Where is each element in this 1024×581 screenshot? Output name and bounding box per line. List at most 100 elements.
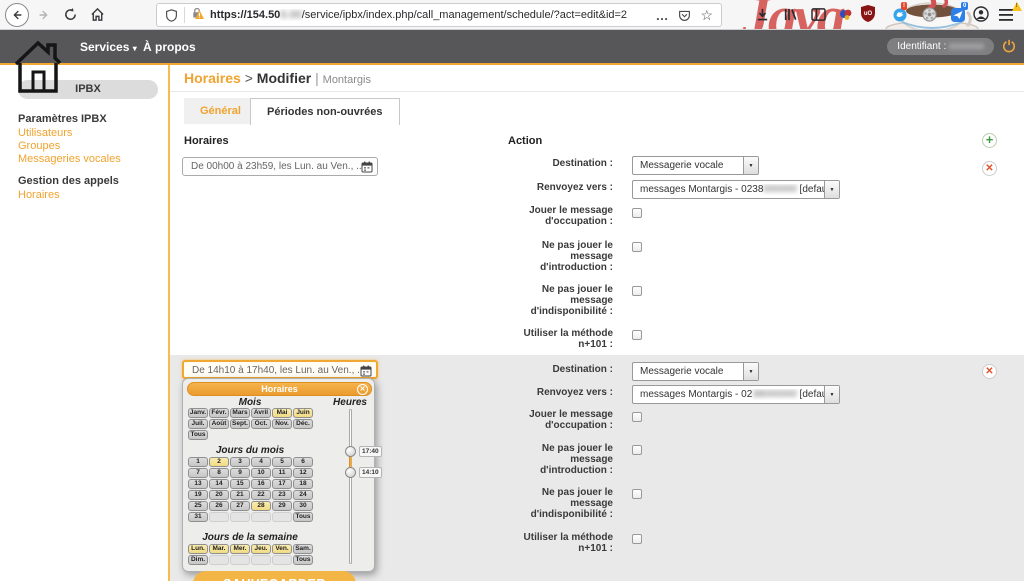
library-icon[interactable] (783, 7, 798, 22)
home-house-icon[interactable] (12, 36, 64, 94)
destination-select[interactable]: Messagerie vocale▼ (632, 362, 759, 381)
introduction-checkbox[interactable] (632, 242, 642, 252)
sidebar-toggle-icon[interactable] (811, 8, 826, 21)
weekday-button-Ven[interactable]: Ven. (272, 544, 292, 554)
tab-general[interactable]: Général (184, 98, 257, 124)
renvoyez-select[interactable]: messages Montargis - 0238000000 [default… (632, 385, 840, 404)
close-icon[interactable]: ✕ (357, 384, 368, 395)
month-button-Juil[interactable]: Juil. (188, 419, 208, 429)
month-button-Déc[interactable]: Déc. (293, 419, 313, 429)
hours-slider-track[interactable] (349, 409, 352, 564)
day-button-4[interactable]: 4 (251, 457, 271, 467)
calendar-icon[interactable] (361, 161, 373, 173)
popup-title-bar[interactable]: Horaires ✕ (187, 382, 372, 396)
day-button-23[interactable]: 23 (272, 490, 292, 500)
save-button[interactable]: SAUVEGARDER (193, 571, 356, 581)
weekday-button-Lun[interactable]: Lun. (188, 544, 208, 554)
weekday-button-Mar[interactable]: Mar. (209, 544, 229, 554)
months-all-button[interactable]: Tous (188, 430, 208, 440)
downloads-icon[interactable] (755, 7, 770, 22)
day-button-31[interactable]: 31 (188, 512, 208, 522)
bookmark-star-icon[interactable]: ☆ (700, 7, 713, 24)
day-button-26[interactable]: 26 (209, 501, 229, 511)
occupation-checkbox[interactable] (632, 208, 642, 218)
logout-power-icon[interactable] (1002, 39, 1016, 53)
schedule-input-2[interactable]: De 14h10 à 17h40, les Lun. au Ven., ... (182, 360, 378, 379)
home-button[interactable] (90, 7, 105, 22)
month-button-Avril[interactable]: Avril (251, 408, 271, 418)
day-button-30[interactable]: 30 (293, 501, 313, 511)
occupation-checkbox[interactable] (632, 412, 642, 422)
sidebar-item-messageries[interactable]: Messageries vocales (18, 153, 121, 165)
reload-button[interactable] (63, 7, 78, 22)
indisponibilite-checkbox[interactable] (632, 286, 642, 296)
breadcrumb-horaires-link[interactable]: Horaires (184, 70, 241, 86)
sidebar-item-groupes[interactable]: Groupes (18, 140, 60, 152)
services-menu[interactable]: Services ▾ (80, 40, 137, 54)
month-button-Févr[interactable]: Févr. (209, 408, 229, 418)
month-button-Oct[interactable]: Oct. (251, 419, 271, 429)
day-button-16[interactable]: 16 (251, 479, 271, 489)
weekday-button-Dim[interactable]: Dim. (188, 555, 208, 565)
tab-periodes-non-ouvrees[interactable]: Périodes non-ouvrées (250, 98, 400, 125)
month-button-Nov[interactable]: Nov. (272, 419, 292, 429)
day-button-10[interactable]: 10 (251, 468, 271, 478)
day-button-27[interactable]: 27 (230, 501, 250, 511)
calendar-icon[interactable] (360, 365, 372, 377)
hours-slider-handle-upper[interactable] (345, 446, 356, 457)
day-button-3[interactable]: 3 (230, 457, 250, 467)
weekday-button-Sam[interactable]: Sam. (293, 544, 313, 554)
day-button-24[interactable]: 24 (293, 490, 313, 500)
weekday-button-Jeu[interactable]: Jeu. (251, 544, 271, 554)
url-bar[interactable]: https://154.500.00/service/ipbx/index.ph… (156, 3, 722, 27)
day-button-15[interactable]: 15 (230, 479, 250, 489)
day-button-25[interactable]: 25 (188, 501, 208, 511)
introduction-checkbox[interactable] (632, 445, 642, 455)
extension-plane-icon[interactable] (951, 8, 965, 22)
schedule-input-1[interactable]: De 00h00 à 23h59, les Lun. au Ven., ... (182, 157, 378, 176)
hours-slider-handle-lower[interactable] (345, 467, 356, 478)
day-button-29[interactable]: 29 (272, 501, 292, 511)
day-button-8[interactable]: 8 (209, 468, 229, 478)
month-button-Juin[interactable]: Juin (293, 408, 313, 418)
about-menu[interactable]: À propos (143, 40, 196, 54)
days-all-button[interactable]: Tous (293, 512, 313, 522)
day-button-9[interactable]: 9 (230, 468, 250, 478)
forward-button[interactable] (37, 8, 51, 22)
sidebar-item-horaires[interactable]: Horaires (18, 189, 60, 201)
n101-checkbox[interactable] (632, 534, 642, 544)
back-button[interactable] (5, 3, 29, 27)
day-button-5[interactable]: 5 (272, 457, 292, 467)
month-button-Janv[interactable]: Janv. (188, 408, 208, 418)
sidebar-item-utilisateurs[interactable]: Utilisateurs (18, 127, 72, 139)
day-button-14[interactable]: 14 (209, 479, 229, 489)
day-button-13[interactable]: 13 (188, 479, 208, 489)
day-button-17[interactable]: 17 (272, 479, 292, 489)
tracking-shield-icon[interactable] (165, 9, 178, 22)
extension-ball-icon[interactable] (839, 8, 853, 22)
remove-period-button[interactable]: ✕ (982, 161, 997, 176)
ublock-shield-icon[interactable]: uO (861, 5, 875, 22)
day-button-21[interactable]: 21 (230, 490, 250, 500)
month-button-Août[interactable]: Août (209, 419, 229, 429)
day-button-7[interactable]: 7 (188, 468, 208, 478)
extension-blue-icon[interactable] (893, 8, 907, 22)
day-button-20[interactable]: 20 (209, 490, 229, 500)
day-button-28[interactable]: 28 (251, 501, 271, 511)
menu-hamburger-icon[interactable] (999, 9, 1013, 21)
remove-period-button[interactable]: ✕ (982, 364, 997, 379)
day-button-18[interactable]: 18 (293, 479, 313, 489)
renvoyez-select[interactable]: messages Montargis - 0238000000 [default… (632, 180, 840, 199)
day-button-1[interactable]: 1 (188, 457, 208, 467)
extension-wheel-icon[interactable] (922, 7, 937, 22)
day-button-6[interactable]: 6 (293, 457, 313, 467)
indisponibilite-checkbox[interactable] (632, 489, 642, 499)
destination-select[interactable]: Messagerie vocale▼ (632, 156, 759, 175)
weekdays-all-button[interactable]: Tous (293, 555, 313, 565)
pocket-icon[interactable] (678, 9, 691, 22)
day-button-19[interactable]: 19 (188, 490, 208, 500)
n101-checkbox[interactable] (632, 330, 642, 340)
day-button-11[interactable]: 11 (272, 468, 292, 478)
month-button-Sept[interactable]: Sept. (230, 419, 250, 429)
month-button-Mai[interactable]: Mai (272, 408, 292, 418)
